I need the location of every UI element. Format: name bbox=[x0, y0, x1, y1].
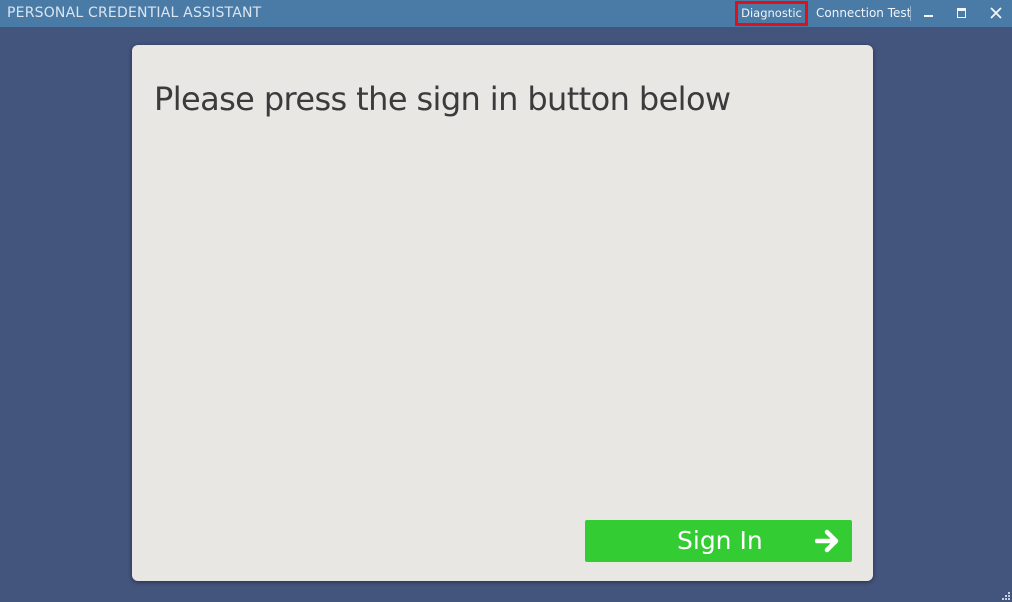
titlebar-divider bbox=[910, 6, 911, 21]
connection-test-link[interactable]: Connection Test bbox=[816, 5, 911, 21]
close-icon bbox=[990, 7, 1002, 19]
sign-in-panel: Please press the sign in button below Si… bbox=[132, 45, 873, 581]
diagnostic-link[interactable]: Diagnostic bbox=[735, 1, 808, 26]
close-button[interactable] bbox=[985, 2, 1007, 24]
maximize-button[interactable] bbox=[951, 2, 973, 24]
app-title: PERSONAL CREDENTIAL ASSISTANT bbox=[7, 5, 262, 21]
minimize-icon bbox=[924, 15, 933, 17]
title-bar: PERSONAL CREDENTIAL ASSISTANT Diagnostic… bbox=[0, 0, 1012, 27]
minimize-button[interactable] bbox=[918, 2, 940, 24]
sign-in-prompt: Please press the sign in button below bbox=[154, 80, 731, 118]
resize-grip-icon[interactable] bbox=[999, 589, 1011, 601]
sign-in-button-label: Sign In bbox=[677, 526, 763, 555]
sign-in-button[interactable]: Sign In bbox=[585, 520, 852, 562]
maximize-icon bbox=[957, 8, 966, 18]
arrow-right-icon bbox=[815, 529, 839, 553]
